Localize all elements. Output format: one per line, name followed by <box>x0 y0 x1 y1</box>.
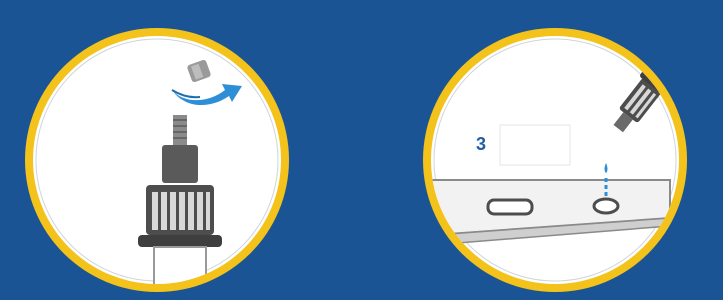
drop-count-box <box>499 124 571 166</box>
sample-well-icon <box>592 197 620 215</box>
drop-count-label: 3 <box>476 134 486 154</box>
step-2-add-drops: 3 <box>380 0 720 300</box>
result-window-icon <box>486 198 534 216</box>
remove-cap-illustration <box>25 28 289 292</box>
step-1-remove-cap <box>0 0 340 300</box>
add-drops-illustration: 3 <box>423 28 687 292</box>
dropper-tip-icon <box>173 115 187 145</box>
